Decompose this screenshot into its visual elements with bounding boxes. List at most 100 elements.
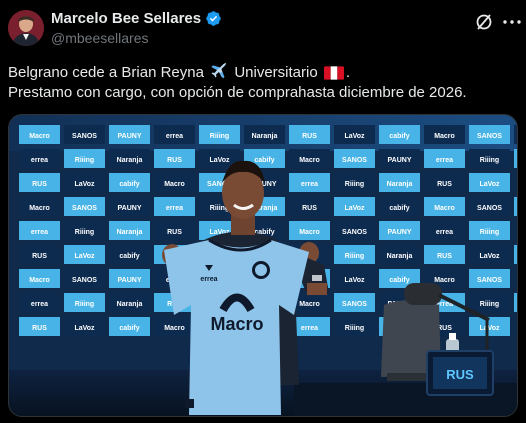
backdrop-logo-text: RUS [32,253,47,260]
author-handle[interactable]: @mbeesellares [51,30,148,46]
backdrop-logo-text: cabify [389,277,409,284]
backdrop-logo-text: PAUNY [388,229,412,236]
backdrop-logo-text: errea [166,133,183,140]
backdrop-logo-text: cabify [119,325,139,332]
backdrop-logo-text: Riiing [480,301,499,308]
backdrop-logo-text: SANOS [342,229,367,236]
author-display-name[interactable]: Marcelo Bee Sellares [51,10,201,27]
backdrop-logo-text: RUS [167,157,182,164]
backdrop-logo-text: cabify [119,181,139,188]
backdrop-logo-text: errea [31,229,48,236]
backdrop-tile [514,221,517,240]
backdrop-logo-text: SANOS [342,301,367,308]
tweet-line-2: Prestamo con cargo, con opción de compra… [8,84,467,101]
backdrop-logo-text: Macro [434,205,455,212]
tweet-line-1-part-1: Belgrano cede a Brian Reyna [8,64,204,81]
tweet-text: Belgrano cede a Brian Reyna Universitari… [8,62,518,103]
backdrop-logo-text: Macro [299,157,320,164]
backdrop-logo-text: LaVoz [479,181,500,188]
backdrop-logo-text: Riiing [480,229,499,236]
backdrop-logo-text: RUS [167,229,182,236]
backdrop-logo-text: Naranja [117,301,143,308]
verified-badge-icon [206,11,221,26]
tweet-card: Marcelo Bee Sellares @mbeesellares Belgr… [0,0,526,423]
backdrop-logo-text: SANOS [477,133,502,140]
desk-badge-text: RUS [446,367,474,382]
backdrop-logo-text: Macro [29,133,50,140]
backdrop-logo-text: errea [301,325,318,332]
tweet-line-1-part-2: Universitario [234,64,318,81]
shirt-sponsor-text: Macro [210,314,263,334]
backdrop-logo-text: Macro [164,181,185,188]
backdrop-logo-text: LaVoz [74,181,95,188]
backdrop-logo-text: PAUNY [388,157,412,164]
avatar-photo-icon [8,10,44,46]
backdrop-tile [514,197,517,216]
backdrop-logo-text: SANOS [477,205,502,212]
backdrop-logo-text: Riiing [210,133,229,140]
grok-icon[interactable] [474,12,494,32]
backdrop-logo-text: Macro [164,325,185,332]
backdrop-logo-text: Naranja [252,133,278,140]
backdrop-logo-text: RUS [302,205,317,212]
backdrop-logo-text: LaVoz [74,325,95,332]
backdrop-logo-text: Naranja [387,181,413,188]
backdrop-logo-text: LaVoz [209,157,230,164]
backdrop-logo-text: cabify [254,157,274,164]
airplane-emoji-icon [211,62,227,79]
backdrop-logo-text: cabify [119,253,139,260]
backdrop-logo-text: SANOS [342,157,367,164]
backdrop-logo-text: Riiing [345,325,364,332]
tweet-line-1-end: . [345,64,351,81]
backdrop-logo-text: Riiing [75,157,94,164]
backdrop-tile [514,173,517,192]
backdrop-logo-text: errea [436,229,453,236]
backdrop-logo-text: Macro [434,277,455,284]
backdrop-logo-text: Naranja [117,157,143,164]
backdrop-logo-text: PAUNY [118,277,142,284]
backdrop-logo-text: PAUNY [118,133,142,140]
backdrop-logo-text: LaVoz [344,205,365,212]
backdrop-logo-text: Riiing [75,301,94,308]
shirt-brand-text: errea [200,276,217,283]
backdrop-logo-text: LaVoz [344,133,365,140]
backdrop-logo-text: Riiing [480,157,499,164]
avatar[interactable] [8,10,44,46]
backdrop-tile [514,269,517,288]
backdrop-tile [514,293,517,312]
backdrop-logo-text: RUS [32,325,47,332]
backdrop-logo-text: RUS [437,181,452,188]
backdrop-logo-text: Macro [29,277,50,284]
tweet-media-photo[interactable]: Macro SANOS PAUNY errea Riiing Naranja RUS LaVo… [8,114,518,417]
backdrop-logo-text: RUS [437,253,452,260]
backdrop-logo-text: SANOS [72,205,97,212]
backdrop-logo-text: errea [301,181,318,188]
backdrop-logo-text: Riiing [345,253,364,260]
backdrop-tile [514,245,517,264]
backdrop-logo-text: PAUNY [118,205,142,212]
backdrop-logo-text: Macro [434,133,455,140]
backdrop-logo-text: LaVoz [479,253,500,260]
backdrop-logo-text: SANOS [72,277,97,284]
press-conference-photo: Macro SANOS PAUNY errea Riiing Naranja RUS LaVo… [9,115,517,416]
backdrop-logo-text: RUS [32,181,47,188]
backdrop-logo-text: errea [31,157,48,164]
backdrop-tile [514,125,517,144]
backdrop-logo-text: LaVoz [479,325,500,332]
backdrop-logo-text: Macro [299,229,320,236]
more-options-icon[interactable] [502,12,522,32]
backdrop-logo-text: errea [31,301,48,308]
backdrop-logo-text: Macro [29,205,50,212]
backdrop-logo-text: Naranja [117,229,143,236]
backdrop-logo-text: LaVoz [74,253,95,260]
backdrop-logo-text: LaVoz [344,277,365,284]
backdrop-tile [514,149,517,168]
backdrop-tile [514,317,517,336]
backdrop-logo-text: errea [166,205,183,212]
backdrop-logo-text: Macro [299,301,320,308]
tweet-line-1: Belgrano cede a Brian Reyna Universitari… [8,62,518,83]
backdrop-logo-text: errea [436,157,453,164]
backdrop-logo-text: cabify [389,133,409,140]
backdrop-logo-text: Naranja [387,253,413,260]
backdrop-logo-text: SANOS [477,277,502,284]
